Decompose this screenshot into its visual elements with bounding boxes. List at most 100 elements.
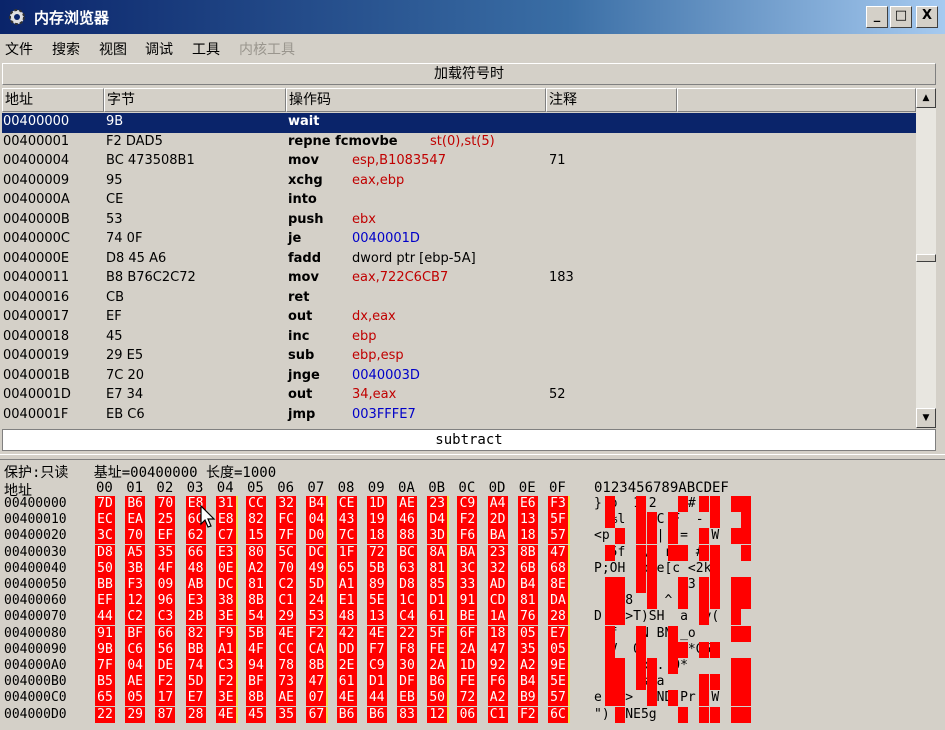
hex-byte[interactable]: 81: [427, 560, 448, 577]
hex-byte[interactable]: EF: [155, 528, 176, 545]
hex-row[interactable]: 00400030 D8 A5 35 66 E3 80 5C DC 1F 72 BC 8A BA 23 8B 47…: [0, 544, 945, 561]
disassembly-row[interactable]: 0040000A CE into: [2, 191, 916, 211]
hex-byte[interactable]: F2: [517, 706, 538, 723]
title-bar[interactable]: 内存浏览器 _ □ X: [0, 0, 945, 34]
hex-byte[interactable]: CC: [246, 496, 266, 512]
disassembly-row[interactable]: 0040001B 7C 20 jnge 0040003D: [2, 367, 916, 387]
hex-byte[interactable]: 68: [548, 560, 568, 577]
hex-byte[interactable]: 47: [487, 641, 508, 658]
hex-byte[interactable]: F7: [366, 641, 387, 658]
hex-byte[interactable]: 83: [397, 706, 417, 723]
disassembly-row[interactable]: 0040000C 74 0F je 0040001D: [2, 230, 916, 250]
hex-byte[interactable]: 28: [185, 706, 206, 723]
hex-byte[interactable]: 28: [548, 609, 568, 626]
hex-byte[interactable]: 5B: [366, 560, 387, 577]
hex-byte[interactable]: 23: [487, 544, 508, 561]
hex-byte[interactable]: AE: [276, 690, 297, 707]
close-button[interactable]: X: [916, 6, 938, 28]
hex-row[interactable]: 00400020 3C 70 EF 62 C7 15 7F D0 7C 18 88 3D F6 BA 18 57…: [0, 528, 945, 545]
hex-byte[interactable]: 70: [125, 528, 146, 545]
hex-byte[interactable]: 5F: [427, 625, 448, 642]
hex-byte[interactable]: 15: [246, 528, 266, 545]
hex-byte[interactable]: C3: [215, 658, 236, 674]
hex-byte[interactable]: BB: [95, 577, 115, 593]
hex-byte[interactable]: 4E: [215, 706, 236, 723]
hex-byte[interactable]: B6: [125, 496, 146, 512]
hex-byte[interactable]: 50: [427, 690, 448, 707]
hex-byte[interactable]: 2D: [487, 512, 508, 529]
hex-byte[interactable]: 72: [366, 544, 387, 561]
menu-tools[interactable]: 工具: [192, 39, 220, 59]
hex-byte[interactable]: B6: [366, 706, 387, 723]
hex-byte[interactable]: C1: [487, 706, 508, 723]
hex-byte[interactable]: C9: [457, 496, 478, 512]
hex-byte[interactable]: DC: [215, 577, 236, 593]
hex-byte[interactable]: 33: [457, 577, 478, 593]
hex-byte[interactable]: 8B: [517, 544, 538, 561]
hex-byte[interactable]: 92: [487, 658, 508, 674]
hex-byte[interactable]: 13: [517, 512, 538, 529]
menu-kernel-tools[interactable]: 内核工具: [239, 39, 295, 59]
hex-byte[interactable]: 61: [427, 609, 448, 626]
hex-byte[interactable]: 8B: [246, 690, 266, 707]
hex-byte[interactable]: 06: [457, 706, 478, 723]
hex-byte[interactable]: 1D: [366, 496, 387, 512]
hex-byte[interactable]: B6: [427, 674, 448, 691]
hex-byte[interactable]: 07: [306, 690, 327, 707]
maximize-button[interactable]: □: [890, 6, 912, 28]
load-symbols-bar[interactable]: 加载符号时: [2, 63, 936, 85]
hex-byte[interactable]: F8: [397, 641, 417, 658]
hex-byte[interactable]: D1: [366, 674, 387, 691]
hex-byte[interactable]: 3B: [125, 560, 146, 577]
hex-byte[interactable]: 61: [336, 674, 357, 691]
hex-byte[interactable]: 8E: [548, 577, 568, 593]
hex-byte[interactable]: 62: [185, 528, 206, 545]
hex-byte[interactable]: A4: [487, 496, 508, 512]
hex-byte[interactable]: 2E: [336, 658, 357, 674]
hex-byte[interactable]: 7F: [95, 658, 115, 674]
hex-byte[interactable]: 82: [185, 625, 206, 642]
hex-byte[interactable]: 85: [427, 577, 448, 593]
disassembly-scrollbar[interactable]: ▲ ▼: [916, 88, 936, 428]
hex-byte[interactable]: F2: [215, 674, 236, 691]
hex-byte[interactable]: A5: [125, 544, 146, 561]
hex-byte[interactable]: 9E: [548, 658, 568, 674]
hex-byte[interactable]: 6B: [517, 560, 538, 577]
hex-byte[interactable]: 2A: [427, 658, 448, 674]
hex-byte[interactable]: DC: [306, 544, 327, 561]
hex-byte[interactable]: 7C: [336, 528, 357, 545]
hex-byte[interactable]: 63: [397, 560, 417, 577]
minimize-button[interactable]: _: [866, 6, 888, 28]
hex-byte[interactable]: FE: [457, 674, 478, 691]
hex-byte[interactable]: F6: [487, 674, 508, 691]
hex-byte[interactable]: BF: [125, 625, 146, 642]
disassembly-row[interactable]: 00400019 29 E5 sub ebp,esp: [2, 347, 916, 367]
hex-byte[interactable]: 3E: [215, 609, 236, 626]
scroll-down-button[interactable]: ▼: [916, 408, 936, 428]
hex-byte[interactable]: D8: [397, 577, 417, 593]
hex-byte[interactable]: 04: [125, 658, 146, 674]
hex-byte[interactable]: 38: [215, 593, 236, 610]
disassembly-row[interactable]: 00400016 CB ret: [2, 289, 916, 309]
col-header-address[interactable]: 地址: [2, 88, 104, 112]
hex-byte[interactable]: 89: [366, 577, 387, 593]
hex-row[interactable]: 004000B0 B5 AE F2 5D F2 BF 73 47 61 D1 DF B6 FE F6 B4 5E…: [0, 674, 945, 691]
hex-byte[interactable]: 8A: [427, 544, 448, 561]
hex-row[interactable]: 004000A0 7F 04 DE 74 C3 94 78 8B 2E C9 30 2A 1D 92 A2 9E…: [0, 658, 945, 674]
hex-byte[interactable]: 12: [125, 593, 146, 610]
hex-byte[interactable]: 35: [276, 706, 297, 723]
hex-byte[interactable]: E3: [215, 544, 236, 561]
hex-byte[interactable]: 56: [155, 641, 176, 658]
disassembly-row[interactable]: 0040000B 53 push ebx: [2, 211, 916, 231]
scroll-thumb[interactable]: [916, 254, 936, 262]
hex-row[interactable]: 004000D0 22 29 87 28 4E 45 35 67 B6 B6 83 12 06 C1 F2 6C…: [0, 706, 945, 723]
hex-byte[interactable]: 5D: [306, 577, 327, 593]
hex-byte[interactable]: DE: [155, 658, 176, 674]
hex-byte[interactable]: 1D: [457, 658, 478, 674]
hex-byte[interactable]: 18: [366, 528, 387, 545]
hex-byte[interactable]: 13: [366, 609, 387, 626]
hex-byte[interactable]: BA: [487, 528, 508, 545]
hex-byte[interactable]: C7: [215, 528, 236, 545]
hex-byte[interactable]: 30: [397, 658, 417, 674]
hex-byte[interactable]: E7: [185, 690, 206, 707]
